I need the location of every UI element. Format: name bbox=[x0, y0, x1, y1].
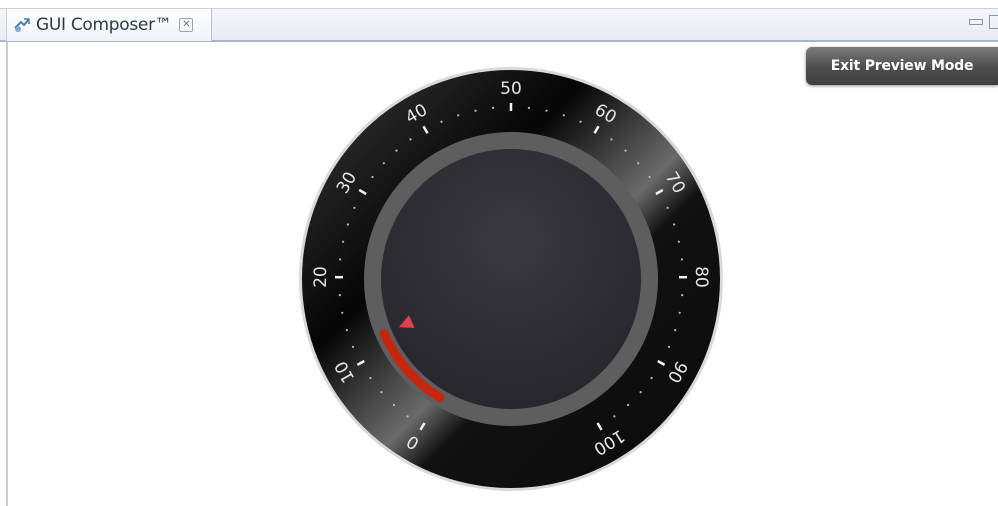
minor-tick bbox=[338, 294, 341, 297]
editor-tab-bar: GUI Composer™ ✕ bbox=[0, 8, 998, 42]
minor-tick bbox=[371, 175, 374, 179]
minor-tick bbox=[440, 120, 443, 123]
minor-tick bbox=[345, 329, 348, 332]
minor-tick bbox=[457, 114, 460, 117]
minor-tick bbox=[562, 114, 565, 117]
minor-tick bbox=[341, 311, 344, 314]
minor-tick bbox=[353, 206, 356, 209]
minor-tick bbox=[681, 294, 684, 297]
minor-tick bbox=[492, 106, 495, 109]
minor-tick bbox=[678, 311, 681, 314]
minor-tick bbox=[680, 258, 683, 261]
minor-tick bbox=[406, 415, 409, 418]
minor-tick bbox=[666, 206, 669, 209]
view-border bbox=[6, 42, 8, 506]
exit-preview-mode-button[interactable]: Exit Preview Mode bbox=[806, 47, 998, 85]
maximize-icon[interactable] bbox=[989, 15, 998, 29]
tab-gui-composer[interactable]: GUI Composer™ ✕ bbox=[6, 9, 212, 41]
minor-tick bbox=[610, 138, 613, 141]
minor-tick bbox=[639, 391, 642, 394]
minor-tick bbox=[624, 149, 627, 152]
minor-tick bbox=[392, 403, 395, 407]
minor-tick bbox=[650, 376, 653, 380]
minor-tick bbox=[339, 258, 342, 261]
minor-tick bbox=[545, 109, 548, 112]
minor-tick bbox=[409, 138, 412, 141]
window-controls bbox=[969, 15, 998, 33]
minor-tick bbox=[351, 345, 355, 348]
tick-label: 20 bbox=[311, 266, 331, 288]
minimize-icon[interactable] bbox=[969, 19, 983, 25]
gui-composer-icon bbox=[13, 16, 31, 34]
gauge-face bbox=[381, 149, 641, 409]
minor-tick bbox=[667, 345, 671, 348]
minor-tick bbox=[395, 149, 398, 152]
minor-tick bbox=[673, 223, 676, 226]
minor-tick bbox=[677, 240, 680, 243]
minor-tick bbox=[637, 162, 640, 165]
minor-tick bbox=[346, 223, 349, 226]
close-icon[interactable]: ✕ bbox=[179, 18, 194, 32]
minor-tick bbox=[579, 120, 582, 123]
tick-label: 80 bbox=[691, 266, 711, 288]
minor-tick bbox=[627, 403, 630, 407]
minor-tick bbox=[380, 391, 383, 394]
minor-tick bbox=[342, 240, 345, 243]
tick-label: 50 bbox=[500, 79, 522, 99]
minor-tick bbox=[474, 109, 477, 112]
minor-tick bbox=[527, 106, 530, 109]
minor-tick bbox=[369, 376, 372, 380]
minor-tick bbox=[382, 162, 385, 165]
minor-tick bbox=[674, 329, 677, 332]
dial-gauge: 0102030405060708090100 bbox=[299, 67, 723, 491]
minor-tick bbox=[613, 415, 616, 418]
tab-title: GUI Composer™ bbox=[36, 15, 172, 35]
minor-tick bbox=[648, 175, 651, 179]
